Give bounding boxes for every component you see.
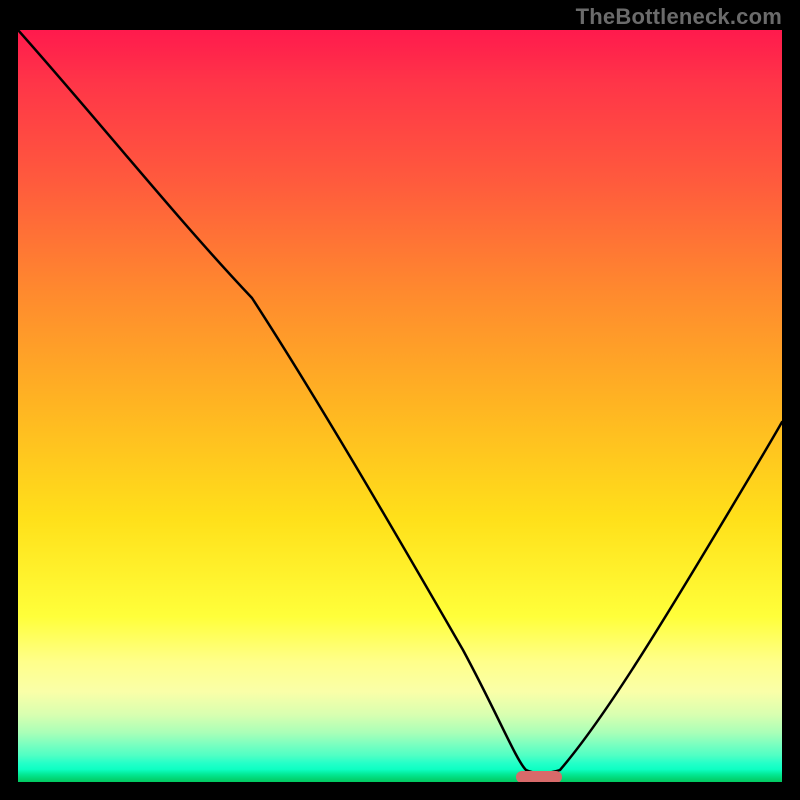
plot-area — [18, 30, 782, 782]
optimal-marker — [516, 771, 562, 782]
chart-frame: TheBottleneck.com — [0, 0, 800, 800]
watermark-text: TheBottleneck.com — [576, 4, 782, 30]
bottleneck-curve — [18, 30, 782, 782]
curve-path — [18, 30, 782, 773]
